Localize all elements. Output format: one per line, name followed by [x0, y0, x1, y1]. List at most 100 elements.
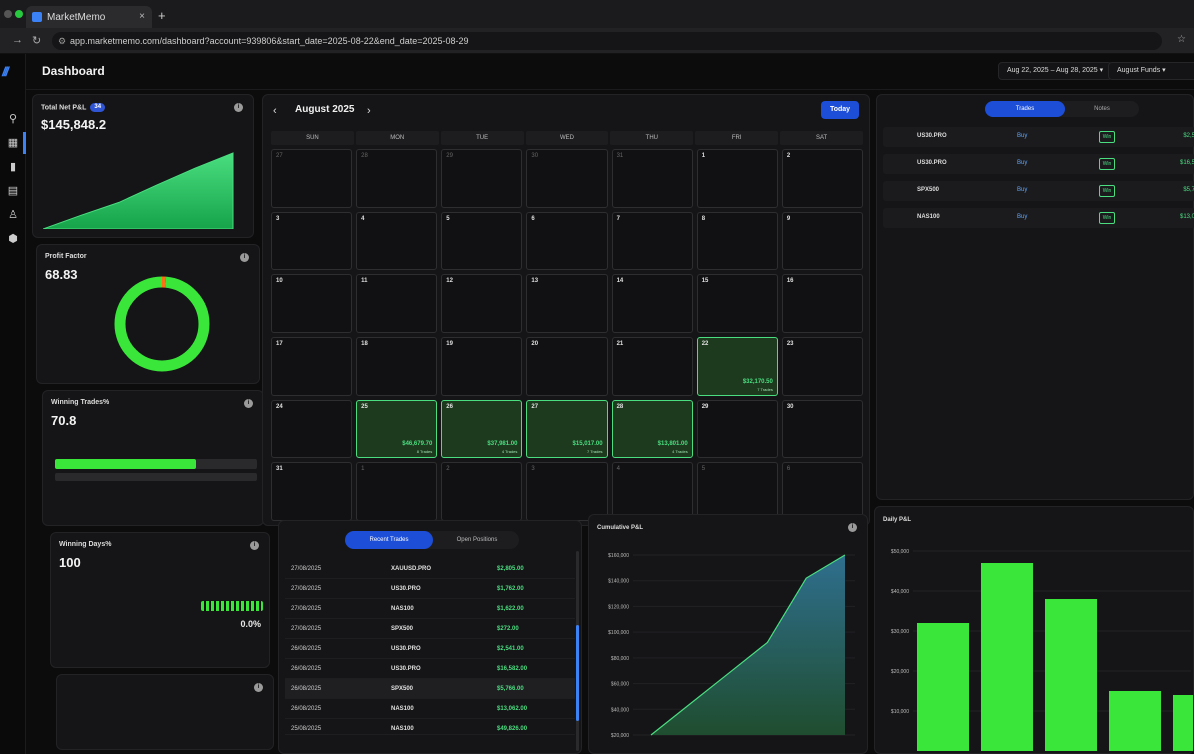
calendar-day[interactable]: 31 [611, 149, 693, 208]
calendar-day[interactable]: 30 [526, 149, 608, 208]
window-close-icon[interactable] [4, 10, 12, 18]
tab-trades[interactable]: Trades [985, 101, 1065, 117]
daily-pnl-bar[interactable] [917, 623, 969, 751]
calendar-day[interactable]: 5 [696, 462, 778, 521]
calendar-day[interactable]: 30 [781, 399, 863, 459]
recent-trade-row[interactable]: 25/08/2025 NAS100 $49,826.00 [285, 719, 575, 735]
recent-trade-row[interactable]: 26/08/2025 SPX500 $5,766.00 [285, 679, 575, 699]
reload-icon[interactable]: ↻ [32, 34, 41, 47]
trade-row[interactable]: NAS100 Buy Win $13,0 [883, 208, 1194, 228]
info-icon[interactable]: i [250, 541, 259, 550]
calendar-day[interactable]: 21 [611, 337, 693, 396]
calendar-day[interactable]: 31 [271, 462, 353, 521]
info-icon[interactable]: i [254, 683, 263, 692]
calendar-day[interactable]: 24 [271, 399, 353, 459]
url-input[interactable]: ⚙ app.marketmemo.com/dashboard?account=9… [52, 32, 1162, 50]
date-range-picker[interactable]: Aug 22, 2025 – Aug 28, 2025 ▾ [998, 62, 1113, 80]
browser-tab[interactable]: MarketMemo × [26, 6, 152, 28]
info-icon[interactable]: i [848, 523, 857, 532]
calendar-day[interactable]: 2 [441, 462, 523, 521]
calendar-day[interactable]: 6 [781, 462, 863, 521]
calendar-day[interactable]: 4 [356, 211, 438, 271]
calendar-day[interactable]: 17 [271, 337, 353, 396]
losing-trades-track [55, 473, 257, 481]
winning-trades-track [55, 459, 257, 469]
calendar-day-profit[interactable]: 26 $37,981.00 4 Trades [441, 399, 523, 459]
tab-notes[interactable]: Notes [1065, 101, 1139, 117]
calendar-day-profit[interactable]: 28 $13,801.00 4 Trades [611, 399, 693, 459]
trade-amount: $2,5 [1183, 133, 1194, 139]
trade-date: 26/08/2025 [291, 686, 322, 692]
tab-open-positions[interactable]: Open Positions [435, 531, 519, 549]
info-icon[interactable]: i [244, 399, 253, 408]
calendar-day[interactable]: 4 [611, 462, 693, 521]
window-maximize-icon[interactable] [15, 10, 23, 18]
tab-close-icon[interactable]: × [139, 11, 145, 22]
recent-trade-row[interactable]: 27/08/2025 SPX500 $272.00 [285, 619, 575, 639]
calendar-day[interactable]: 15 [696, 274, 778, 333]
users-icon[interactable]: ♙ [6, 208, 20, 222]
calendar-day[interactable]: 1 [356, 462, 438, 521]
calendar-day[interactable]: 29 [441, 149, 523, 208]
calendar-day[interactable]: 27 [271, 149, 353, 208]
recent-trade-row[interactable]: 27/08/2025 NAS100 $1,622.00 [285, 599, 575, 619]
profit-factor-donut [114, 276, 210, 372]
forward-icon[interactable]: → [12, 34, 23, 46]
calendar-day[interactable]: 7 [611, 211, 693, 271]
recent-trade-row[interactable]: 27/08/2025 XAUUSD.PRO $2,805.00 [285, 559, 575, 579]
calendar-day[interactable]: 8 [696, 211, 778, 271]
recent-trade-row[interactable]: 26/08/2025 US30.PRO $2,541.00 [285, 639, 575, 659]
calendar-day[interactable]: 9 [781, 211, 863, 271]
tab-recent-trades[interactable]: Recent Trades [345, 531, 433, 549]
calendar-day[interactable]: 3 [526, 462, 608, 521]
daily-pnl-bar[interactable] [1173, 695, 1193, 751]
box-icon[interactable]: ⬢ [6, 232, 20, 246]
site-info-icon[interactable]: ⚙ [58, 32, 66, 50]
daily-pnl-bar[interactable] [1109, 691, 1161, 751]
dashboard-icon[interactable]: ▦ [6, 136, 20, 150]
recent-scroll-thumb[interactable] [576, 625, 579, 721]
calendar-day[interactable]: 12 [441, 274, 523, 333]
reports-icon[interactable]: ▮ [6, 160, 20, 174]
calendar-day[interactable]: 5 [441, 211, 523, 271]
search-icon[interactable]: ⚲ [6, 112, 20, 126]
calendar-day[interactable]: 3 [271, 211, 353, 271]
info-icon[interactable]: i [234, 103, 243, 112]
calendar-day[interactable]: 23 [781, 337, 863, 396]
recent-trade-row[interactable]: 26/08/2025 US30.PRO $16,582.00 [285, 659, 575, 679]
calendar-day[interactable]: 16 [781, 274, 863, 333]
calendar-day[interactable]: 6 [526, 211, 608, 271]
recent-trade-row[interactable]: 26/08/2025 NAS100 $13,062.00 [285, 699, 575, 719]
new-tab-icon[interactable]: + [158, 8, 166, 23]
daily-pnl-bar[interactable] [981, 563, 1033, 751]
bookmark-star-icon[interactable]: ☆ [1177, 34, 1186, 45]
next-month-icon[interactable]: › [367, 105, 371, 117]
calendar-day[interactable]: 19 [441, 337, 523, 396]
trade-date: 27/08/2025 [291, 626, 322, 632]
calendar-day[interactable]: 1 [696, 149, 778, 208]
calendar-day[interactable]: 13 [526, 274, 608, 333]
prev-month-icon[interactable]: ‹ [273, 105, 277, 117]
calendar-day-profit[interactable]: 25 $46,679.70 8 Trades [356, 399, 438, 459]
daily-pnl-bar[interactable] [1045, 599, 1097, 751]
trade-row[interactable]: US30.PRO Buy Win $2,5 [883, 127, 1194, 147]
calendar-day[interactable]: 11 [356, 274, 438, 333]
y-tick-label: $20,000 [891, 669, 909, 675]
today-button[interactable]: Today [821, 101, 859, 119]
recent-trade-row[interactable]: 27/08/2025 US30.PRO $1,762.00 [285, 579, 575, 599]
trade-row[interactable]: SPX500 Buy Win $5,7 [883, 181, 1194, 201]
brand-logo-icon[interactable]: /// [2, 64, 9, 79]
info-icon[interactable]: i [240, 253, 249, 262]
calendar-day[interactable]: 10 [271, 274, 353, 333]
calendar-day[interactable]: 29 [696, 399, 778, 459]
calendar-day[interactable]: 14 [611, 274, 693, 333]
calendar-day[interactable]: 2 [781, 149, 863, 208]
trade-row[interactable]: US30.PRO Buy Win $16,5 [883, 154, 1194, 174]
account-selector[interactable]: August Funds ▾ [1108, 62, 1194, 80]
calendar-day[interactable]: 28 [356, 149, 438, 208]
calendar-day[interactable]: 20 [526, 337, 608, 396]
calendar-day[interactable]: 18 [356, 337, 438, 396]
journal-icon[interactable]: ▤ [6, 184, 20, 198]
calendar-day-profit[interactable]: 27 $15,017.00 7 Trades [526, 399, 608, 459]
calendar-day-profit[interactable]: 22 $32,170.50 7 Trades [696, 337, 778, 396]
